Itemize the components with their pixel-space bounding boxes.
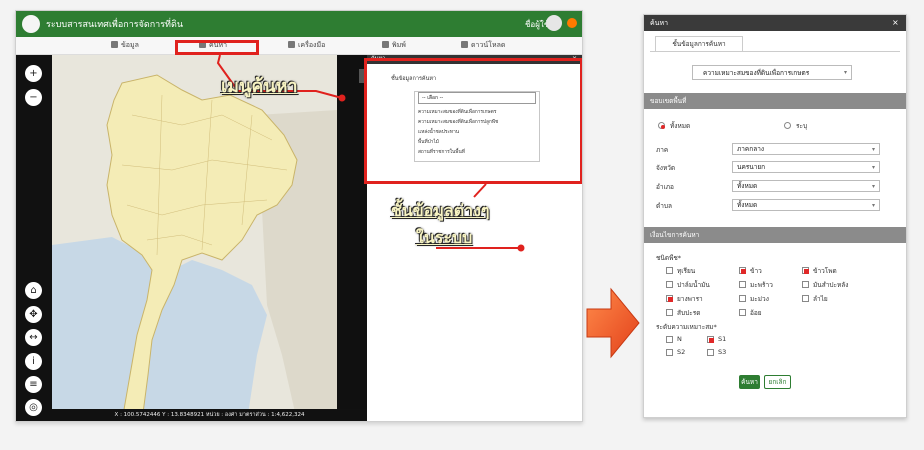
province-select[interactable]: นครนายก ▾ — [732, 161, 880, 173]
level-label: S1 — [718, 335, 727, 343]
crop-checkbox[interactable] — [666, 309, 673, 316]
crop-label: มะม่วง — [750, 295, 769, 303]
level-checkbox[interactable] — [666, 349, 673, 356]
crop-checkbox[interactable] — [739, 309, 746, 316]
dialog-close-icon[interactable]: × — [892, 15, 899, 31]
crop-checkbox[interactable] — [666, 281, 673, 288]
radio-custom[interactable] — [784, 122, 791, 129]
region-select[interactable]: ภาคกลาง ▾ — [732, 143, 880, 155]
field-label: จังหวัด — [656, 164, 676, 172]
radio-all-label: ทั้งหมด — [670, 122, 691, 130]
chevron-down-icon: ▾ — [843, 69, 847, 76]
crop-label: ทุเรียน — [677, 267, 696, 275]
level-label: S2 — [677, 348, 686, 356]
crop-filter-label: ชนิดพืช* — [656, 254, 682, 262]
crop-checkbox[interactable] — [739, 267, 746, 274]
crop-checkbox[interactable] — [802, 281, 809, 288]
field-label: อำเภอ — [656, 183, 674, 191]
app-window: ระบบสารสนเทศเพื่อการจัดการที่ดิน ชื่อผู้… — [15, 10, 583, 422]
tab-divider — [650, 51, 900, 52]
subdistrict-select[interactable]: ทั้งหมด ▾ — [732, 199, 880, 211]
level-label: S3 — [718, 348, 727, 356]
search-dialog: ค้นหา × ชั้นข้อมูลการค้นหา ความเหมาะสมขอ… — [643, 14, 907, 418]
radio-all[interactable] — [658, 122, 665, 129]
level-checkbox[interactable] — [707, 349, 714, 356]
section-area: ขอบเขตพื้นที่ — [644, 93, 906, 109]
crop-checkbox[interactable] — [739, 281, 746, 288]
crop-label: อ้อย — [750, 309, 762, 317]
dialog-header: ค้นหา — [644, 15, 906, 31]
crop-checkbox[interactable] — [666, 295, 673, 302]
crop-label: ปาล์มน้ำมัน — [677, 281, 710, 289]
chevron-down-icon: ▾ — [871, 164, 875, 171]
field-label: ภาค — [656, 146, 669, 154]
district-select[interactable]: ทั้งหมด ▾ — [732, 180, 880, 192]
crop-checkbox[interactable] — [666, 267, 673, 274]
field-label: ตำบล — [656, 202, 672, 210]
section-filter: เงื่อนไขการค้นหา — [644, 227, 906, 243]
next-step-arrow-icon — [586, 287, 640, 359]
callout-lines — [216, 54, 525, 252]
cancel-button[interactable]: ยกเลิก — [764, 375, 791, 389]
chevron-down-icon: ▾ — [871, 202, 875, 209]
crop-checkbox[interactable] — [739, 295, 746, 302]
crop-checkbox[interactable] — [802, 295, 809, 302]
search-button[interactable]: ค้นหา — [739, 375, 760, 389]
crop-label: มะพร้าว — [750, 281, 773, 289]
crop-label: ยางพารา — [677, 295, 703, 303]
tab-layer[interactable]: ชั้นข้อมูลการค้นหา — [655, 36, 743, 51]
callout-layers-line1: ชั้นข้อมูลต่างๆ — [391, 201, 490, 220]
radio-custom-label: ระบุ — [796, 122, 808, 130]
crop-checkbox[interactable] — [802, 267, 809, 274]
crop-label: ลำไย — [813, 295, 828, 303]
chevron-down-icon: ▾ — [871, 146, 875, 153]
suitability-label: ระดับความเหมาะสม* — [656, 323, 717, 331]
chevron-down-icon: ▾ — [871, 183, 875, 190]
crop-label: สับปะรด — [677, 309, 701, 317]
dialog-layer-value: ความเหมาะสมของที่ดินเพื่อการเกษตร — [703, 69, 810, 77]
dialog-layer-select[interactable]: ความเหมาะสมของที่ดินเพื่อการเกษตร ▾ — [692, 65, 852, 80]
crop-label: ข้าว — [750, 267, 762, 275]
level-label: N — [677, 335, 682, 343]
level-checkbox[interactable] — [666, 336, 673, 343]
callout-layers-line2: ในระบบ — [416, 228, 473, 247]
level-checkbox[interactable] — [707, 336, 714, 343]
crop-label: ข้าวโพด — [813, 267, 837, 275]
callout-search-menu: เมนูค้นหา — [221, 76, 298, 97]
crop-label: มันสำปะหลัง — [813, 281, 849, 289]
